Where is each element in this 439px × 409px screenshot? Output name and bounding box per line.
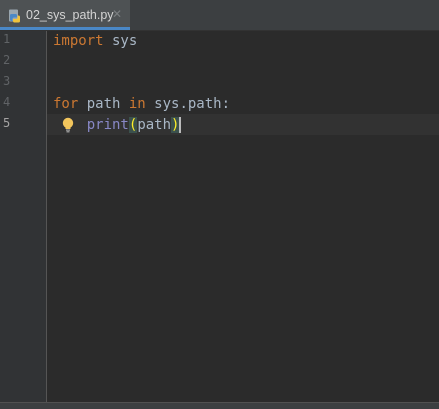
keyword-for: for <box>53 96 79 112</box>
tab-02-sys-path[interactable]: 02_sys_path.py ✕ <box>0 0 130 30</box>
code-text: path <box>78 96 129 112</box>
code-text: path <box>137 117 172 133</box>
line-number: 3 <box>3 74 11 88</box>
code-editor[interactable]: import sys for path in sys.path: print(p… <box>47 31 439 402</box>
editor-tab-bar: 02_sys_path.py ✕ <box>0 0 439 31</box>
keyword-import: import <box>53 33 104 49</box>
close-paren-match: ) <box>171 117 180 133</box>
code-text: sys.path: <box>145 96 231 112</box>
code-text: sys <box>103 33 138 49</box>
line-number-gutter[interactable]: 1 2 3 4 5 <box>0 31 47 402</box>
python-file-icon <box>9 9 20 23</box>
line-number: 1 <box>3 32 11 46</box>
keyword-in: in <box>128 96 146 112</box>
line-number: 4 <box>3 95 11 109</box>
close-icon[interactable]: ✕ <box>112 7 122 21</box>
code-line-1[interactable]: import sys <box>53 31 137 52</box>
text-caret <box>179 117 181 133</box>
line-number: 2 <box>3 53 11 67</box>
builtin-print: print <box>86 117 129 133</box>
line-number-current: 5 <box>3 116 11 130</box>
tab-label: 02_sys_path.py <box>26 8 114 22</box>
code-line-5[interactable]: print(path) <box>53 115 181 136</box>
code-line-4[interactable]: for path in sys.path: <box>53 94 230 115</box>
